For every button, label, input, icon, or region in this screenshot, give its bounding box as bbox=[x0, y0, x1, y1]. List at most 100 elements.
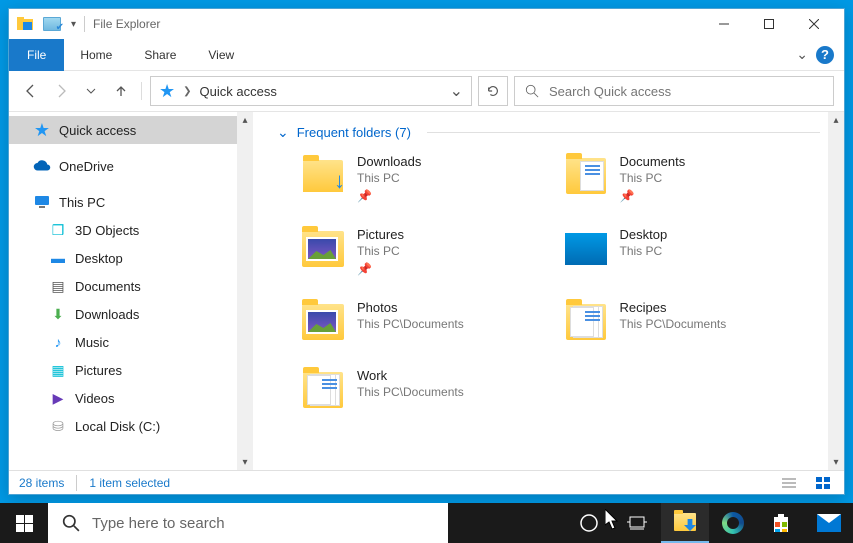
ribbon-collapse-icon[interactable]: ⌄ bbox=[796, 46, 808, 63]
navigation-pane[interactable]: ▴ ▾ ★Quick access OneDrive This PC ❒ 3D O… bbox=[9, 112, 253, 470]
toolbar: ★ ❯ Quick access ⌄ bbox=[9, 71, 844, 111]
folder-item-downloads[interactable]: ↓ Downloads This PC 📌 bbox=[301, 154, 558, 203]
scroll-up-icon[interactable]: ▴ bbox=[830, 114, 842, 126]
folder-item-recipes[interactable]: Recipes This PC\Documents bbox=[564, 300, 821, 344]
nav-desktop[interactable]: ▬Desktop bbox=[9, 244, 253, 272]
task-view-button[interactable] bbox=[613, 503, 661, 543]
maximize-button[interactable] bbox=[746, 9, 791, 39]
tab-file[interactable]: File bbox=[9, 39, 64, 71]
help-button[interactable]: ? bbox=[816, 46, 834, 64]
folder-name: Documents bbox=[620, 154, 686, 169]
pictures-icon: ▦ bbox=[49, 362, 67, 379]
pc-icon bbox=[33, 195, 51, 209]
folder-icon bbox=[301, 368, 345, 412]
folder-item-desktop[interactable]: Desktop This PC bbox=[564, 227, 821, 276]
nav-local-disk[interactable]: ⛁Local Disk (C:) bbox=[9, 412, 253, 440]
chevron-down-icon: ⌄ bbox=[277, 124, 289, 141]
content-area: ▴ ▾ ★Quick access OneDrive This PC ❒ 3D O… bbox=[9, 111, 844, 470]
cube-icon: ❒ bbox=[49, 222, 67, 239]
scroll-down-icon[interactable]: ▾ bbox=[239, 456, 251, 468]
nav-documents[interactable]: ▤Documents bbox=[9, 272, 253, 300]
nav-this-pc[interactable]: This PC bbox=[9, 188, 253, 216]
status-item-count: 28 items bbox=[19, 476, 64, 490]
items-view[interactable]: ▴ ▾ ⌄ Frequent folders (7) ↓ Downloads T… bbox=[253, 112, 844, 470]
tab-home[interactable]: Home bbox=[64, 39, 128, 71]
folder-item-pictures[interactable]: Pictures This PC 📌 bbox=[301, 227, 558, 276]
qat-dropdown-icon[interactable]: ▾ bbox=[71, 19, 76, 30]
taskbar-search[interactable]: Type here to search bbox=[48, 503, 448, 543]
folder-name: Downloads bbox=[357, 154, 421, 169]
search-icon bbox=[62, 514, 80, 532]
address-bar[interactable]: ★ ❯ Quick access ⌄ bbox=[150, 76, 472, 106]
folder-location: This PC bbox=[357, 244, 404, 258]
tab-share[interactable]: Share bbox=[128, 39, 192, 71]
group-header-frequent[interactable]: ⌄ Frequent folders (7) bbox=[277, 116, 820, 154]
folder-item-photos[interactable]: Photos This PC\Documents bbox=[301, 300, 558, 344]
up-button[interactable] bbox=[109, 79, 133, 103]
nav-pictures[interactable]: ▦ Pictures bbox=[9, 356, 253, 384]
scroll-down-icon[interactable]: ▾ bbox=[830, 456, 842, 468]
folder-icon bbox=[301, 227, 345, 271]
star-icon: ★ bbox=[33, 120, 51, 141]
titlebar[interactable]: ✔ ▾ File Explorer bbox=[9, 9, 844, 39]
pin-icon: 📌 bbox=[357, 189, 421, 203]
tree-label: This PC bbox=[59, 195, 105, 210]
details-view-button[interactable] bbox=[778, 474, 800, 492]
taskbar[interactable]: Type here to search bbox=[0, 503, 853, 543]
folder-icon: ↓ bbox=[301, 154, 345, 198]
store-icon bbox=[771, 513, 791, 533]
folder-item-work[interactable]: Work This PC\Documents bbox=[301, 368, 558, 412]
nav-onedrive[interactable]: OneDrive bbox=[9, 152, 253, 180]
pin-icon: 📌 bbox=[357, 262, 404, 276]
cloud-icon bbox=[33, 160, 51, 172]
taskbar-file-explorer[interactable] bbox=[661, 503, 709, 543]
tree-label: 3D Objects bbox=[75, 223, 139, 238]
nav-downloads[interactable]: ⬇ Downloads bbox=[9, 300, 253, 328]
folder-location: This PC\Documents bbox=[620, 317, 727, 331]
status-bar: 28 items 1 item selected bbox=[9, 470, 844, 494]
search-input[interactable] bbox=[549, 84, 823, 99]
refresh-button[interactable] bbox=[478, 76, 508, 106]
close-button[interactable] bbox=[791, 9, 836, 39]
recent-locations-button[interactable] bbox=[79, 79, 103, 103]
file-explorer-icon bbox=[674, 513, 696, 531]
windows-logo-icon bbox=[16, 515, 33, 532]
folder-location: This PC bbox=[620, 171, 686, 185]
nav-music[interactable]: ♪Music bbox=[9, 328, 253, 356]
folder-icon bbox=[564, 300, 608, 344]
scroll-up-icon[interactable]: ▴ bbox=[239, 114, 251, 126]
nav-quick-access[interactable]: ★Quick access bbox=[9, 116, 253, 144]
tree-label: Videos bbox=[75, 391, 115, 406]
back-button[interactable] bbox=[19, 79, 43, 103]
folder-icon bbox=[564, 227, 608, 271]
chevron-right-icon[interactable]: ❯ bbox=[183, 86, 191, 97]
edge-icon bbox=[722, 512, 744, 534]
folder-icon bbox=[564, 154, 608, 198]
forward-button[interactable] bbox=[49, 79, 73, 103]
minimize-button[interactable] bbox=[701, 9, 746, 39]
qat-properties-icon[interactable]: ✔ bbox=[43, 17, 61, 31]
group-label: Frequent folders (7) bbox=[297, 125, 411, 140]
folder-name: Desktop bbox=[620, 227, 668, 242]
disk-icon: ⛁ bbox=[49, 418, 67, 435]
folder-item-documents[interactable]: Documents This PC 📌 bbox=[564, 154, 821, 203]
desktop-icon: ▬ bbox=[49, 250, 67, 266]
folder-location: This PC\Documents bbox=[357, 385, 464, 399]
taskbar-edge[interactable] bbox=[709, 503, 757, 543]
nav-3d-objects[interactable]: ❒ 3D Objects bbox=[9, 216, 253, 244]
folder-icon bbox=[301, 300, 345, 344]
window-title: File Explorer bbox=[93, 17, 160, 31]
folder-location: This PC bbox=[620, 244, 668, 258]
tree-label: Pictures bbox=[75, 363, 122, 378]
nav-videos[interactable]: ▶Videos bbox=[9, 384, 253, 412]
tiles-view-button[interactable] bbox=[812, 474, 834, 492]
taskbar-mail[interactable] bbox=[805, 503, 853, 543]
taskbar-store[interactable] bbox=[757, 503, 805, 543]
search-box[interactable] bbox=[514, 76, 834, 106]
address-dropdown-icon[interactable]: ⌄ bbox=[450, 81, 463, 101]
cortana-button[interactable] bbox=[565, 503, 613, 543]
tab-view[interactable]: View bbox=[192, 39, 250, 71]
start-button[interactable] bbox=[0, 503, 48, 543]
tree-label: Downloads bbox=[75, 307, 139, 322]
download-icon: ⬇ bbox=[49, 306, 67, 323]
